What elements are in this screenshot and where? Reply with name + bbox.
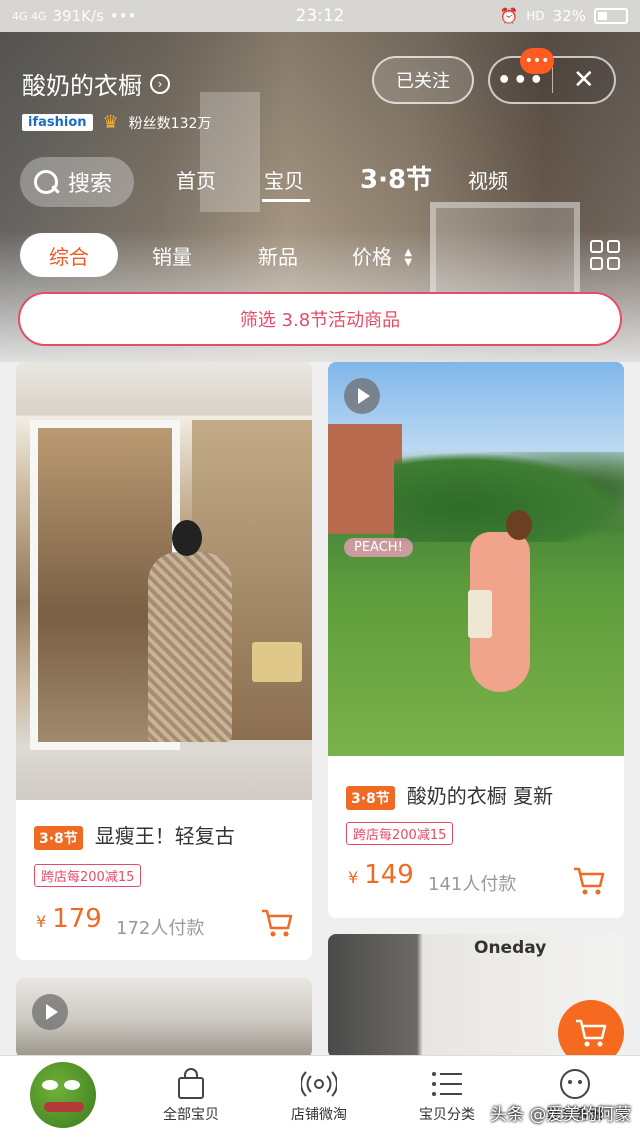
product-title: 3·8节 酸奶的衣橱 夏新 [346, 780, 553, 810]
price: ¥149 [348, 860, 414, 890]
bottom-nav-label: 全部宝贝 [163, 1107, 219, 1123]
festival-tag: 3·8节 [34, 825, 83, 850]
battery-icon [594, 8, 628, 24]
clock: 23:12 [295, 6, 345, 26]
tab-video[interactable]: 视频 [468, 165, 548, 196]
search-button[interactable]: 搜索 [20, 157, 134, 207]
tab-items[interactable]: 宝贝 [262, 165, 360, 202]
shop-name: 酸奶的衣橱 [22, 72, 142, 100]
broadcast-icon [264, 1064, 374, 1104]
chat-icon [520, 1064, 630, 1104]
fans-count: 粉丝数132万 [128, 115, 212, 132]
bottom-nav-categories[interactable]: 宝贝分类 [392, 1064, 502, 1124]
product-image: PEACH! [328, 362, 624, 756]
tote-bag [468, 590, 492, 638]
product-card[interactable]: 3·8节 显瘦王！轻复古 跨店每200减15 ¥179 172人付款 [16, 362, 312, 960]
bottom-nav-all-items[interactable]: 全部宝贝 [136, 1064, 246, 1124]
product-card[interactable] [16, 978, 312, 1058]
add-to-cart-icon[interactable] [572, 866, 606, 896]
search-label: 搜索 [68, 172, 113, 197]
play-icon[interactable] [32, 994, 68, 1030]
tab-38-festival[interactable]: 3·8节 [360, 159, 468, 196]
bottom-nav-shop-feed[interactable]: 店铺微淘 [264, 1064, 374, 1124]
filter-38-button[interactable]: 筛选 3.8节活动商品 [18, 292, 622, 346]
notification-badge: ••• [520, 48, 554, 74]
sort-sales[interactable]: 销量 [152, 241, 192, 270]
festival-tag: 3·8节 [346, 785, 395, 810]
sort-price-label: 价格 [352, 244, 392, 269]
tab-home[interactable]: 首页 [176, 165, 264, 196]
close-button[interactable]: ✕ [553, 65, 614, 95]
watermark: 头条 @爱美的阿蒙 [490, 1105, 632, 1125]
bag-icon [136, 1064, 246, 1104]
model-head [172, 520, 202, 556]
sold-count: 141人付款 [428, 874, 517, 895]
play-icon[interactable] [344, 378, 380, 414]
avatar[interactable] [30, 1062, 96, 1128]
price-value: 149 [364, 860, 414, 890]
product-image [16, 362, 312, 800]
sort-overall[interactable]: 综合 [20, 233, 118, 277]
add-to-cart-icon[interactable] [260, 908, 294, 938]
product-title: 3·8节 显瘦王！轻复古 [34, 820, 235, 850]
shop-name-link[interactable]: 酸奶的衣橱 › [22, 66, 170, 101]
sort-bar: 综合 销量 新品 价格 ▲ ▼ [0, 232, 640, 278]
bottom-nav-label: 宝贝分类 [419, 1107, 475, 1123]
follow-button[interactable]: 已关注 [372, 56, 474, 104]
bg-building [328, 424, 402, 534]
store-sign: Oneday [474, 938, 547, 958]
product-title-text: 酸奶的衣橱 夏新 [406, 784, 554, 808]
cart-icon [576, 1019, 607, 1047]
sort-arrows-icon: ▲ ▼ [404, 247, 413, 268]
shop-meta: ifashion ♛ 粉丝数132万 [22, 112, 211, 133]
promo-badge: 跨店每200减15 [34, 864, 142, 887]
price-value: 179 [52, 904, 102, 934]
product-image [16, 978, 312, 1058]
crown-icon: ♛ [102, 112, 119, 133]
currency: ¥ [348, 868, 359, 887]
ifashion-logo: ifashion [22, 114, 93, 131]
grid-view-icon[interactable] [590, 240, 620, 270]
search-icon [32, 168, 60, 196]
currency: ¥ [36, 912, 47, 931]
bag-prop [252, 642, 302, 682]
product-card[interactable]: PEACH! 3·8节 酸奶的衣橱 夏新 跨店每200减15 ¥149 141人付… [328, 362, 624, 918]
sort-new[interactable]: 新品 [258, 241, 298, 270]
model-head [506, 510, 532, 540]
product-title-text: 显瘦王！轻复古 [94, 824, 235, 848]
price: ¥179 [36, 904, 102, 934]
sort-price[interactable]: 价格 ▲ ▼ [352, 241, 412, 270]
list-icon [392, 1064, 502, 1104]
sold-count: 172人付款 [116, 918, 205, 939]
promo-badge: 跨店每200减15 [346, 822, 454, 845]
status-bar: 4G 4G 391K/s ••• 23:12 ⏰ HD 32% [0, 0, 640, 32]
peach-sticker: PEACH! [344, 538, 413, 557]
shop-nav-tabs: 首页 宝贝 3·8节 视频 [176, 165, 548, 202]
chevron-right-icon: › [150, 73, 170, 94]
bottom-nav-label: 店铺微淘 [291, 1107, 347, 1123]
model-coat [148, 552, 232, 742]
